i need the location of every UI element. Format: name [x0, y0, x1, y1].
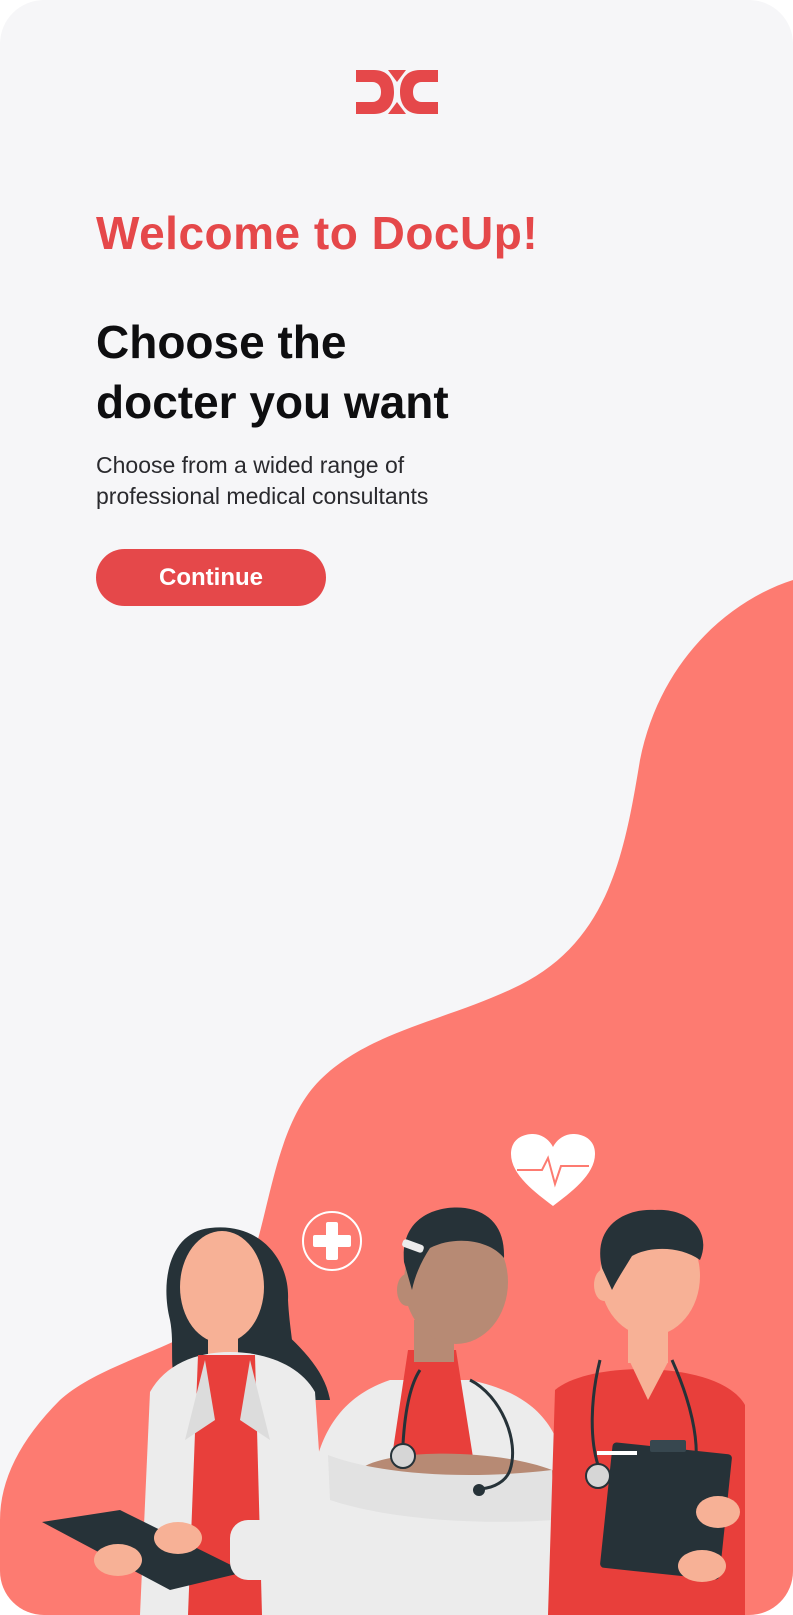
- headline: Choose the docter you want: [96, 312, 449, 432]
- headline-line-2: docter you want: [96, 376, 449, 428]
- headline-line-1: Choose the: [96, 316, 347, 368]
- docup-logo-icon: [356, 70, 438, 114]
- welcome-title: Welcome to DocUp!: [96, 207, 539, 259]
- continue-button[interactable]: Continue: [96, 549, 326, 606]
- subtitle-line-1: Choose from a wided range of: [96, 452, 405, 478]
- plus-cross-icon: [302, 1211, 362, 1271]
- onboarding-screen: Welcome to DocUp! Choose the docter you …: [0, 0, 793, 1615]
- subtitle: Choose from a wided range of professiona…: [96, 450, 428, 512]
- subtitle-line-2: professional medical consultants: [96, 483, 429, 509]
